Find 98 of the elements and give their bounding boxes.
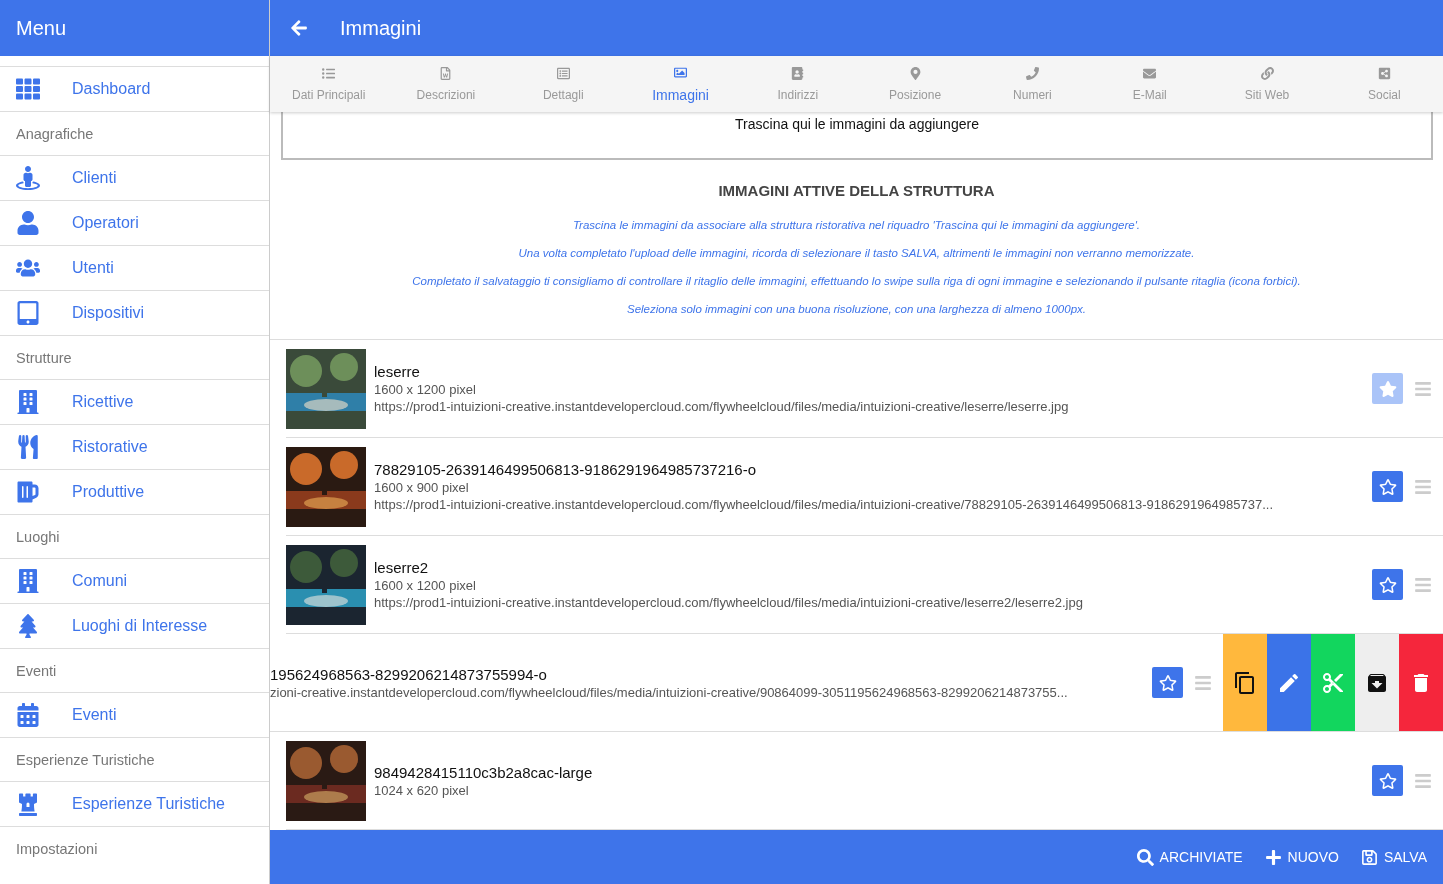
image-url: https://prod1-intuizioni-creative.instantdevelopercloud.com/flywheelcloud/files/media/intuizioni-creative/leserre2/leserre2.jpg (374, 595, 1084, 610)
archived-button[interactable]: ARCHIVIATE (1136, 848, 1243, 866)
tab[interactable]: Dati Principali (270, 56, 388, 112)
calendar-icon (16, 703, 40, 727)
hint-text: Trascina le immagini da associare alla struttura ristorativa nel riquadro 'Trascina qui le immagini da aggiungere'. (572, 219, 1141, 233)
phone-icon (1025, 66, 1039, 80)
utensils-icon (16, 435, 40, 459)
star-button[interactable] (1372, 765, 1403, 796)
building-icon (16, 569, 40, 593)
sidebar-item[interactable]: Utenti (0, 245, 269, 290)
sidebar-item[interactable]: Comuni (0, 558, 269, 603)
sidebar-section-label: Anagrafiche (0, 111, 269, 155)
list-icon (322, 66, 336, 80)
sidebar-section-label: Eventi (0, 648, 269, 692)
tab[interactable]: Siti Web (1208, 56, 1326, 112)
image-title: leserre2 (374, 559, 430, 576)
plus-icon (1264, 848, 1282, 866)
sidebar-item[interactable]: Dispositivi (0, 290, 269, 335)
menu-title: Menu (0, 0, 269, 56)
image-title: 195624968563-8299206214873755994-o (270, 665, 548, 683)
copy-icon (1233, 670, 1257, 695)
sidebar-item[interactable]: Dashboard (0, 66, 269, 111)
save-icon (1360, 848, 1378, 866)
tab[interactable]: Indirizzi (739, 56, 857, 112)
map-pin-icon (908, 66, 922, 80)
star-button[interactable] (1372, 373, 1403, 404)
grid-icon (16, 77, 40, 101)
section-heading: IMMAGINI ATTIVE DELLA STRUTTURA (718, 182, 995, 199)
tablet-icon (16, 301, 40, 325)
building-icon (16, 390, 40, 414)
sidebar-item[interactable]: Eventi (0, 692, 269, 737)
image-title: 9849428415110c3b2a8cac-large (374, 763, 594, 781)
image-url: zioni-creative.instantdevelopercloud.com/flywheelcloud/files/media/intuizioni-creative/90864099-3051195624968563-8299206214873755... (270, 684, 1069, 700)
contact-book-icon (791, 66, 805, 80)
tree-icon (16, 614, 40, 638)
drag-handle-icon[interactable] (1413, 477, 1433, 496)
tab[interactable]: Social (1325, 56, 1443, 112)
star-button[interactable] (1372, 569, 1403, 600)
envelope-icon (1143, 66, 1157, 80)
person-icon (16, 211, 40, 235)
drag-handle-icon[interactable] (1413, 575, 1433, 594)
sidebar-section-label: Strutture (0, 335, 269, 379)
tab[interactable]: Dettagli (504, 56, 622, 112)
sidebar-item[interactable]: Operatori (0, 200, 269, 245)
star-icon (1378, 771, 1397, 790)
image-url: https://prod1-intuizioni-creative.instantdevelopercloud.com/flywheelcloud/files/media/intuizioni-creative/leserre/leserre.jpg (374, 399, 1070, 414)
copy-button[interactable] (1223, 634, 1267, 731)
sidebar-item[interactable]: Clienti (0, 155, 269, 200)
tab[interactable]: Immagini (621, 56, 740, 112)
star-button[interactable] (1152, 667, 1183, 698)
person-pin-icon (16, 166, 40, 190)
search-icon (1136, 848, 1154, 866)
star-icon (1378, 575, 1397, 594)
star-icon (1378, 477, 1397, 496)
mug-icon (16, 480, 40, 504)
castle-icon (16, 792, 40, 816)
hint-text: Una volta completato l'upload delle immagini, ricorda di selezionare il tasto SALVA, altrimenti le immagini non verranno memorizzate. (518, 247, 1195, 261)
archive-button[interactable] (1355, 634, 1399, 731)
back-icon[interactable] (290, 19, 308, 37)
image-title: 78829105-2639146499506813-9186291964985737216-o (374, 461, 758, 478)
image-size: 1024 x 620 pixel (374, 782, 470, 798)
star-icon (1378, 379, 1397, 398)
sidebar-item[interactable]: Produttive (0, 469, 269, 514)
hint-text: Seleziona solo immagini con una buona risoluzione, con una larghezza di almeno 1000px. (627, 303, 1086, 317)
drag-handle-icon[interactable] (1413, 379, 1433, 398)
save-button[interactable]: SALVA (1360, 848, 1427, 866)
image-size: 1600 x 1200 pixel (374, 578, 477, 593)
image-url: https://prod1-intuizioni-creative.instantdevelopercloud.com/flywheelcloud/files/media/intuizioni-creative/78829105-2639146499506813-9186291964985737... (374, 497, 1275, 512)
drag-handle-icon[interactable] (1413, 771, 1433, 790)
image-title: leserre (374, 363, 421, 380)
sidebar-section-label: Impostazioni (0, 826, 269, 870)
scissors-icon (1321, 670, 1345, 695)
tab[interactable]: E-Mail (1091, 56, 1209, 112)
share-icon (1377, 66, 1391, 80)
card-icon (556, 66, 570, 80)
sidebar-item[interactable]: Ristorative (0, 424, 269, 469)
image-icon (674, 65, 688, 79)
hint-text: Completato il salvataggio ti consigliamo di controllare il ritaglio delle immagini, effettuando lo swipe sulla riga di ogni immagine e selezionando il pulsante ritaglia (icona forbici). (412, 275, 1301, 289)
tab[interactable]: Descrizioni (387, 56, 505, 112)
new-button[interactable]: NUOVO (1264, 848, 1339, 866)
tab[interactable]: Numeri (973, 56, 1092, 112)
star-icon (1158, 673, 1177, 692)
tab[interactable]: Posizione (856, 56, 974, 112)
delete-button[interactable] (1399, 634, 1443, 731)
sidebar-item[interactable]: Ricettive (0, 379, 269, 424)
star-button[interactable] (1372, 471, 1403, 502)
image-size: 1600 x 900 pixel (374, 480, 470, 495)
drop-zone[interactable]: Trascina qui le immagini da aggiungere (281, 112, 1433, 160)
sidebar-item[interactable]: Luoghi di Interesse (0, 603, 269, 648)
sidebar-section-label: Luoghi (0, 514, 269, 558)
page-title: Immagini (340, 16, 422, 40)
sidebar-section-label: Esperienze Turistiche (0, 737, 269, 781)
edit-button[interactable] (1267, 634, 1311, 731)
document-icon (439, 66, 453, 80)
drag-handle-icon[interactable] (1193, 673, 1213, 692)
image-size: 1600 x 1200 pixel (374, 382, 477, 397)
sidebar-item[interactable]: Esperienze Turistiche (0, 781, 269, 826)
link-icon (1260, 66, 1274, 80)
